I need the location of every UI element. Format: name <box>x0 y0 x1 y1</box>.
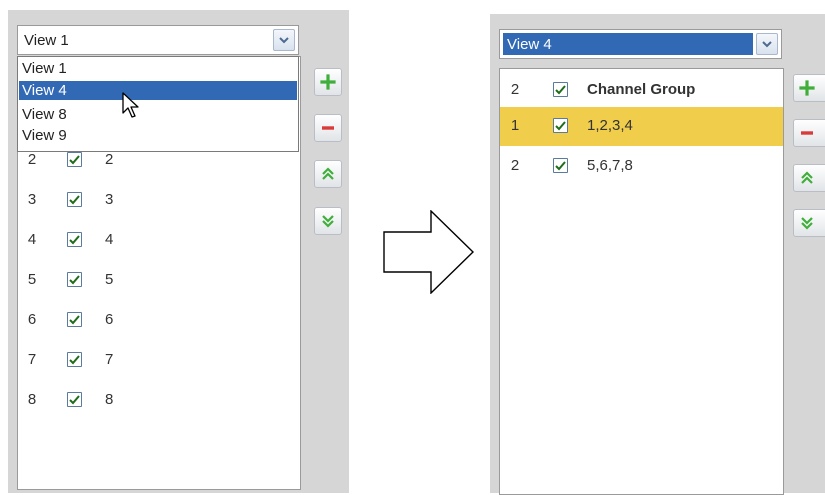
list-item[interactable]: 3 3 <box>18 185 300 215</box>
chevron-down-icon[interactable] <box>756 33 778 55</box>
add-icon <box>320 74 336 90</box>
dropdown-option-highlighted[interactable]: View 4 <box>19 81 297 100</box>
row-label: 5 <box>105 271 114 288</box>
move-down-button[interactable] <box>793 209 825 237</box>
row-label: 8 <box>105 391 114 408</box>
row-label: 3 <box>105 191 114 208</box>
row-number: 4 <box>27 231 37 248</box>
row-number: 6 <box>27 311 37 328</box>
remove-icon <box>322 126 334 130</box>
add-button[interactable] <box>314 68 342 96</box>
row-checkbox[interactable] <box>67 352 82 367</box>
dropdown-option[interactable]: View 9 <box>19 126 297 145</box>
row-label: 6 <box>105 311 114 328</box>
row-number: 3 <box>27 191 37 208</box>
row-label: 4 <box>105 231 114 248</box>
list-item[interactable]: 6 6 <box>18 305 300 335</box>
right-channel-list[interactable]: 2 Channel Group 1 1,2,3,4 2 5,6,7,8 <box>499 68 784 495</box>
row-number: 1 <box>510 117 520 134</box>
row-checkbox[interactable] <box>553 118 568 133</box>
header-checkbox[interactable] <box>553 82 568 97</box>
view-select-value: View 4 <box>507 36 552 53</box>
row-checkbox[interactable] <box>67 312 82 327</box>
add-icon <box>798 80 815 96</box>
row-label: 2 <box>105 151 114 168</box>
row-checkbox[interactable] <box>67 152 82 167</box>
remove-button[interactable] <box>314 114 342 142</box>
row-label: 1,2,3,4 <box>587 117 633 134</box>
move-up-button[interactable] <box>314 160 342 188</box>
chevron-down-icon[interactable] <box>273 29 295 51</box>
row-number: 2 <box>510 157 520 174</box>
remove-button[interactable] <box>793 119 825 147</box>
move-up-icon <box>800 171 813 184</box>
row-number: 8 <box>27 391 37 408</box>
list-item[interactable]: 7 7 <box>18 345 300 375</box>
view-select-value: View 1 <box>24 32 69 49</box>
row-number: 2 <box>510 81 520 98</box>
arrow-right-icon <box>383 210 475 294</box>
move-down-icon <box>800 217 813 230</box>
list-item[interactable]: 2 5,6,7,8 <box>500 151 783 181</box>
dropdown-option[interactable]: View 1 <box>19 59 297 78</box>
row-label: 5,6,7,8 <box>587 157 633 174</box>
list-item[interactable]: 4 4 <box>18 225 300 255</box>
row-checkbox[interactable] <box>67 192 82 207</box>
row-checkbox[interactable] <box>67 272 82 287</box>
add-button[interactable] <box>793 74 825 102</box>
row-number: 7 <box>27 351 37 368</box>
dropdown-option[interactable]: View 8 <box>19 105 297 124</box>
move-down-button[interactable] <box>314 207 342 235</box>
view-select[interactable]: View 4 <box>499 29 782 59</box>
row-checkbox[interactable] <box>67 232 82 247</box>
list-item[interactable]: 5 5 <box>18 265 300 295</box>
view-dropdown-menu[interactable]: View 1 View 4 View 8 View 9 <box>17 56 299 152</box>
row-checkbox[interactable] <box>67 392 82 407</box>
row-number: 5 <box>27 271 37 288</box>
row-label: 7 <box>105 351 114 368</box>
cursor-icon <box>122 92 139 118</box>
list-header-row: 2 Channel Group <box>500 75 783 105</box>
row-label: Channel Group <box>587 81 696 98</box>
list-item[interactable]: 8 8 <box>18 385 300 415</box>
move-up-button[interactable] <box>793 164 825 192</box>
remove-icon <box>800 131 813 135</box>
row-number: 2 <box>27 151 37 168</box>
row-checkbox[interactable] <box>553 158 568 173</box>
move-up-icon <box>322 167 334 180</box>
view-select[interactable]: View 1 <box>17 25 299 55</box>
move-down-icon <box>322 215 334 228</box>
list-item-selected[interactable]: 1 1,2,3,4 <box>500 107 783 146</box>
